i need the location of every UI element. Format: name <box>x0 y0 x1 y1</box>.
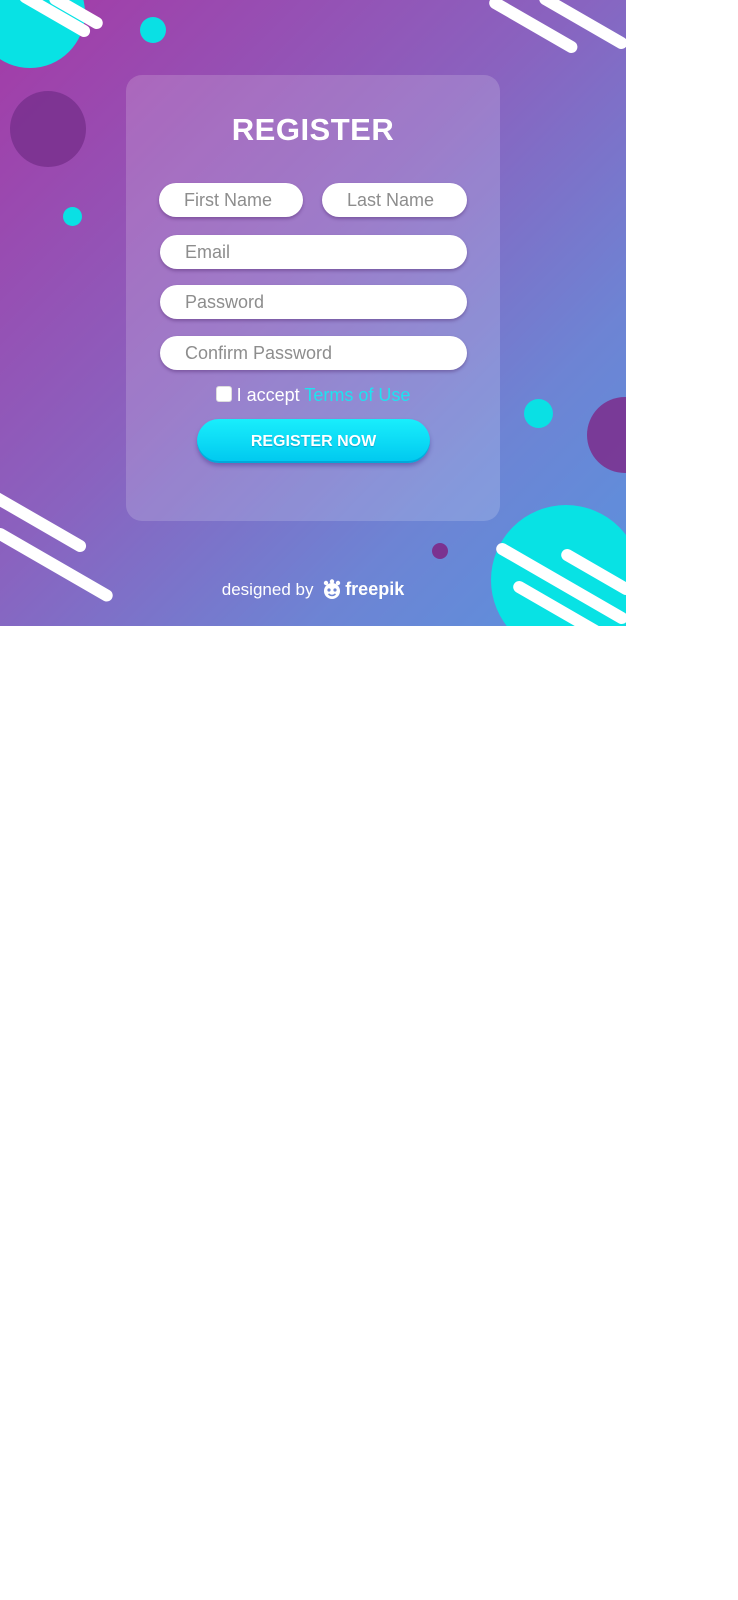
decor-circle-cyan-dot <box>63 207 82 226</box>
form-title: REGISTER <box>231 112 395 147</box>
decor-circle-purple-left <box>10 91 86 167</box>
email-input[interactable] <box>160 235 467 269</box>
first-name-input[interactable] <box>159 183 303 217</box>
decor-circle-purple-right <box>587 397 626 473</box>
decor-stripe <box>537 0 626 52</box>
last-name-input[interactable] <box>322 183 467 217</box>
terms-prefix: I accept <box>236 385 300 405</box>
terms-checkbox[interactable] <box>215 386 232 402</box>
footer-prefix: designed by <box>221 580 314 599</box>
background-scene: REGISTER I accept Terms of Use REGISTER … <box>0 0 626 626</box>
freepik-logo-icon <box>323 579 341 599</box>
terms-of-use-link[interactable]: Terms of Use <box>304 385 410 405</box>
confirm-password-input[interactable] <box>160 336 467 370</box>
register-now-button[interactable]: REGISTER NOW <box>197 419 430 463</box>
footer-credit: designed by freepik <box>0 577 626 602</box>
footer-brand: freepik <box>345 579 405 599</box>
password-input[interactable] <box>160 285 467 319</box>
decor-circle-purple-dot <box>432 543 448 559</box>
terms-row: I accept Terms of Use <box>126 384 500 406</box>
decor-circle-cyan-right <box>524 399 553 428</box>
decor-circle-cyan-small <box>140 17 166 43</box>
